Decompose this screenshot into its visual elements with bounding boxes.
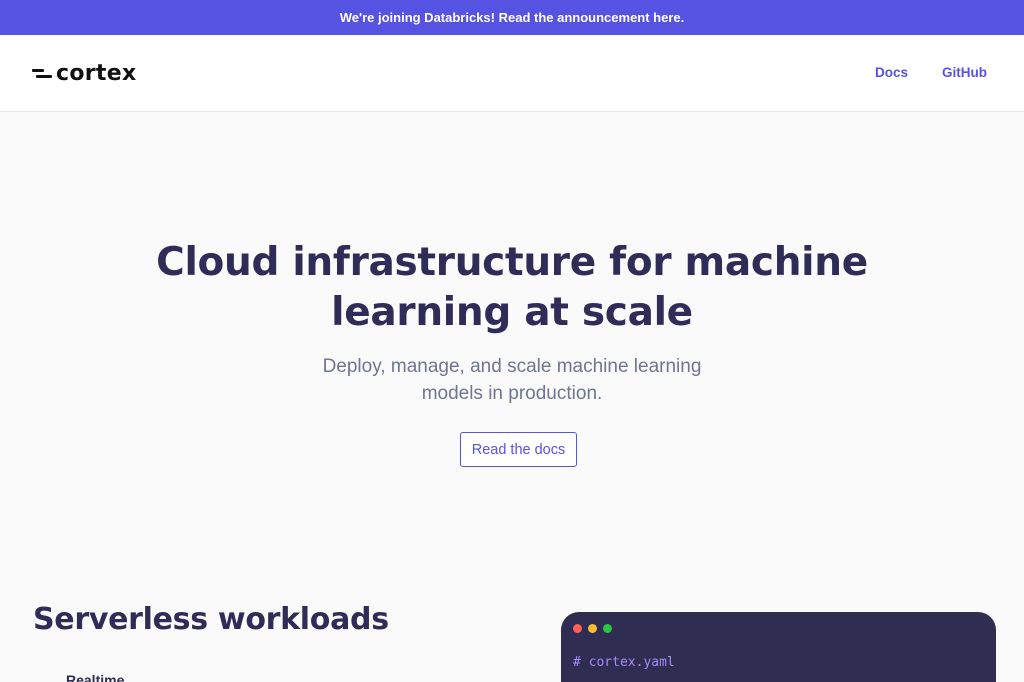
hero-title-line-2: learning at scale xyxy=(331,290,693,335)
nav-link-docs[interactable]: Docs xyxy=(875,65,908,80)
cortex-logo-icon xyxy=(32,65,52,81)
window-minimize-dot-icon xyxy=(588,624,597,633)
announcement-banner[interactable]: We're joining Databricks! Read the annou… xyxy=(0,0,1024,35)
announcement-text[interactable]: We're joining Databricks! Read the annou… xyxy=(340,10,685,25)
code-line: # cortex.yaml xyxy=(573,655,675,670)
hero-title-line-1: Cloud infrastructure for machine xyxy=(156,240,868,285)
feature-item-realtime[interactable]: Realtime xyxy=(66,672,124,682)
top-navbar: cortex Docs GitHub xyxy=(0,35,1024,112)
hero-subtitle-line-2: models in production. xyxy=(421,383,603,404)
hero-subtitle: Deploy, manage, and scale machine learni… xyxy=(262,353,762,407)
code-window: # cortex.yaml xyxy=(561,612,996,682)
section-title: Serverless workloads xyxy=(33,602,389,637)
read-docs-button[interactable]: Read the docs xyxy=(460,432,577,467)
window-close-dot-icon xyxy=(573,624,582,633)
hero-title: Cloud infrastructure for machine learnin… xyxy=(112,238,912,338)
logo-text: cortex xyxy=(56,60,137,86)
hero-subtitle-line-1: Deploy, manage, and scale machine learni… xyxy=(322,356,702,377)
nav-link-github[interactable]: GitHub xyxy=(942,65,987,80)
window-maximize-dot-icon xyxy=(603,624,612,633)
cortex-logo[interactable]: cortex xyxy=(32,58,136,88)
